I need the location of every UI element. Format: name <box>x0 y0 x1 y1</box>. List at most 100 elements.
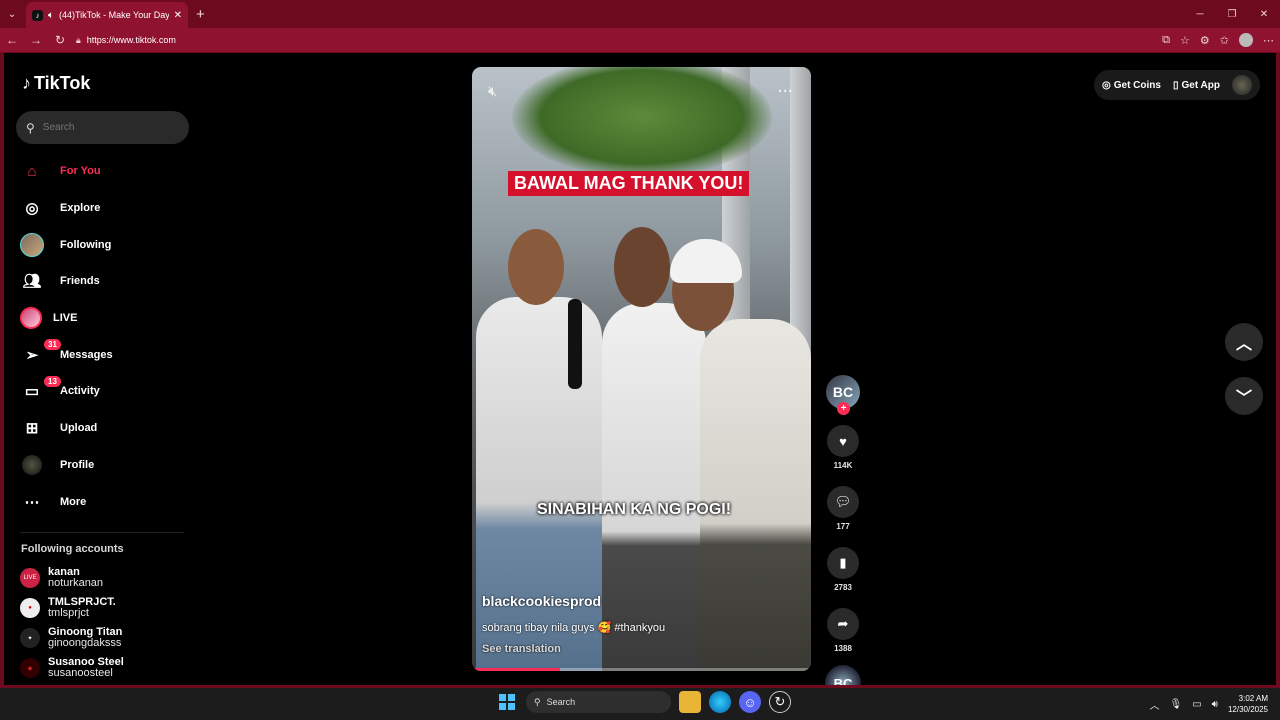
url-text: https://www.tiktok.com <box>86 35 176 45</box>
volume-icon[interactable]: 🔇︎ <box>488 83 497 100</box>
sidebar-item-live[interactable]: LIVE <box>18 300 188 337</box>
user-avatar[interactable] <box>1232 75 1252 95</box>
sidebar-item-profile[interactable]: Profile <box>18 447 188 484</box>
search-icon: ⚲ <box>26 120 35 135</box>
taskbar-apps: ⚲ Search ☺ ↻ <box>496 691 791 713</box>
share-button[interactable]: ➦ <box>827 608 859 640</box>
video-description: sobrang tibay nila guys 🥰 #thankyou <box>482 622 666 634</box>
tab-actions-menu[interactable]: ⌄ <box>0 0 24 28</box>
sidebar-item-messages[interactable]: ➢ 31 Messages <box>18 336 188 373</box>
clock[interactable]: 3:02 AM 12/30/2025 <box>1228 693 1268 715</box>
video-author[interactable]: blackcookiesprod <box>482 593 601 609</box>
video-player[interactable]: 🔇︎ ··· BAWAL MAG THANK YOU! SINABIHAN KA… <box>472 67 811 671</box>
next-video-button[interactable]: ﹀ <box>1225 377 1263 415</box>
get-coins-label: Get Coins <box>1113 79 1161 91</box>
sidebar-item-explore[interactable]: ◎ Explore <box>18 190 188 227</box>
browser-tab[interactable]: ♪ 🔈︎ (44)TikTok - Make Your Day ✕ <box>26 2 188 28</box>
tab-close-icon[interactable]: ✕ <box>174 10 182 21</box>
taskbar-search-label: Search <box>546 697 576 707</box>
comment-icon: 💬︎ <box>834 494 852 509</box>
like-button[interactable]: ♥ <box>827 425 859 457</box>
tiktok-logo[interactable]: ♪ TikTok <box>22 73 90 94</box>
upload-icon: ⊞ <box>25 420 39 438</box>
browser-profile-avatar[interactable] <box>1239 33 1253 47</box>
sidebar-item-more[interactable]: ⋯ More <box>18 483 188 520</box>
share-count: 1388 <box>834 644 852 653</box>
tiktok-note-icon: ♪ <box>22 73 31 93</box>
sidebar-item-activity[interactable]: ▭ 13 Activity <box>18 373 188 410</box>
window-controls: ─ ❐ ✕ <box>1184 0 1280 28</box>
get-app-button[interactable]: ▯ Get App <box>1173 80 1220 91</box>
more-icon: ⋯ <box>24 493 40 511</box>
close-window-icon[interactable]: ✕ <box>1248 9 1280 20</box>
url-field[interactable]: 🔒︎ https://www.tiktok.com <box>76 30 176 50</box>
list-item[interactable]: ◆ Susanoo Steel susanoosteel <box>20 653 124 683</box>
messages-icon: ➢ <box>25 346 39 364</box>
sidebar-item-friends[interactable]: 👥︎ Friends <box>18 263 188 300</box>
taskbar-search[interactable]: ⚲ Search <box>526 691 671 713</box>
list-item[interactable]: ● TMLSPRJCT. tmlsprjct <box>20 593 124 623</box>
favorite-star-icon[interactable]: ☆ <box>1180 34 1190 47</box>
edge-browser-icon[interactable] <box>709 691 731 713</box>
extensions-icon[interactable]: ⚙ <box>1200 34 1210 47</box>
activity-icon: ▭ <box>24 383 40 401</box>
forward-icon[interactable]: → <box>24 33 48 47</box>
tray-overflow-icon[interactable]: ︿ <box>1149 697 1159 712</box>
discord-icon[interactable]: ☺ <box>739 691 761 713</box>
address-bar: ← → ↻ 🔒︎ https://www.tiktok.com ⧉ ☆ ⚙ ✩ … <box>0 28 1280 52</box>
split-screen-icon[interactable]: ⧉ <box>1162 34 1170 47</box>
follow-plus-icon[interactable]: + <box>837 402 850 415</box>
save-button[interactable]: ▮ <box>827 547 859 579</box>
lock-icon[interactable]: 🔒︎ <box>76 35 81 46</box>
video-person <box>476 297 602 671</box>
see-translation-link[interactable]: See translation <box>482 643 561 655</box>
windows-taskbar: ⚲ Search ☺ ↻ ︿ 🎙︎ ▭ 🔊︎ 3:02 AM 12/30/202… <box>0 688 1280 720</box>
video-progress-fill <box>472 668 561 671</box>
comment-button[interactable]: 💬︎ <box>827 486 859 518</box>
logo-text: TikTok <box>34 73 91 93</box>
file-explorer-icon[interactable] <box>679 691 701 713</box>
refresh-icon[interactable]: ↻ <box>48 33 72 47</box>
app-icon[interactable]: ↻ <box>769 691 791 713</box>
volume-icon[interactable]: 🔊︎ <box>1212 699 1218 710</box>
video-caption-top: BAWAL MAG THANK YOU! <box>508 171 750 196</box>
speaker-icon[interactable]: 🔈︎ <box>48 10 54 21</box>
share-icon: ➦ <box>837 616 849 631</box>
video-progress-bar[interactable] <box>472 668 811 671</box>
sidebar-item-label: Explore <box>60 202 101 215</box>
browser-menu-icon[interactable]: ⋯ <box>1263 34 1274 47</box>
account-handle: susanoosteel <box>48 667 113 679</box>
video-person <box>700 319 811 671</box>
save-count: 2783 <box>834 583 852 592</box>
more-options-icon[interactable]: ··· <box>778 83 793 100</box>
author-avatar[interactable]: BC + <box>826 375 860 415</box>
get-coins-button[interactable]: ◎ Get Coins <box>1102 80 1161 91</box>
favorites-icon[interactable]: ✩ <box>1220 34 1229 47</box>
search-input[interactable] <box>42 122 163 133</box>
top-actions: ◎ Get Coins ▯ Get App <box>1094 70 1260 100</box>
author-avatar-text: BC <box>832 384 854 400</box>
windows-start-icon[interactable] <box>496 691 518 713</box>
back-icon[interactable]: ← <box>0 33 24 47</box>
sidebar-item-label: Activity <box>60 385 100 398</box>
following-avatar <box>20 232 44 257</box>
list-item[interactable]: LIVE kanan noturkanan <box>20 563 124 593</box>
microphone-icon[interactable]: 🎙︎ <box>1169 699 1182 710</box>
music-disc-text: BC <box>833 675 853 686</box>
heart-icon: ♥ <box>839 433 847 449</box>
network-icon[interactable]: ▭ <box>1192 699 1201 710</box>
account-avatar: ✦ <box>20 628 40 648</box>
sidebar-item-for-you[interactable]: ⌂ For You <box>18 153 188 190</box>
tab-title: (44)TikTok - Make Your Day <box>59 10 169 20</box>
sidebar-item-label: For You <box>60 165 101 178</box>
sidebar-item-following[interactable]: Following <box>18 226 188 263</box>
sidebar-item-upload[interactable]: ⊞ Upload <box>18 410 188 447</box>
new-tab-button[interactable]: + <box>196 6 205 23</box>
restore-icon[interactable]: ❐ <box>1216 9 1248 20</box>
music-disc[interactable]: BC <box>825 665 861 685</box>
messages-badge: 31 <box>44 339 61 351</box>
previous-video-button[interactable]: ︿ <box>1225 323 1263 361</box>
minimize-icon[interactable]: ─ <box>1184 9 1216 20</box>
search-bar[interactable]: ⚲ <box>16 111 189 144</box>
list-item[interactable]: ✦ Ginoong Titan ginoongdaksss <box>20 623 124 653</box>
